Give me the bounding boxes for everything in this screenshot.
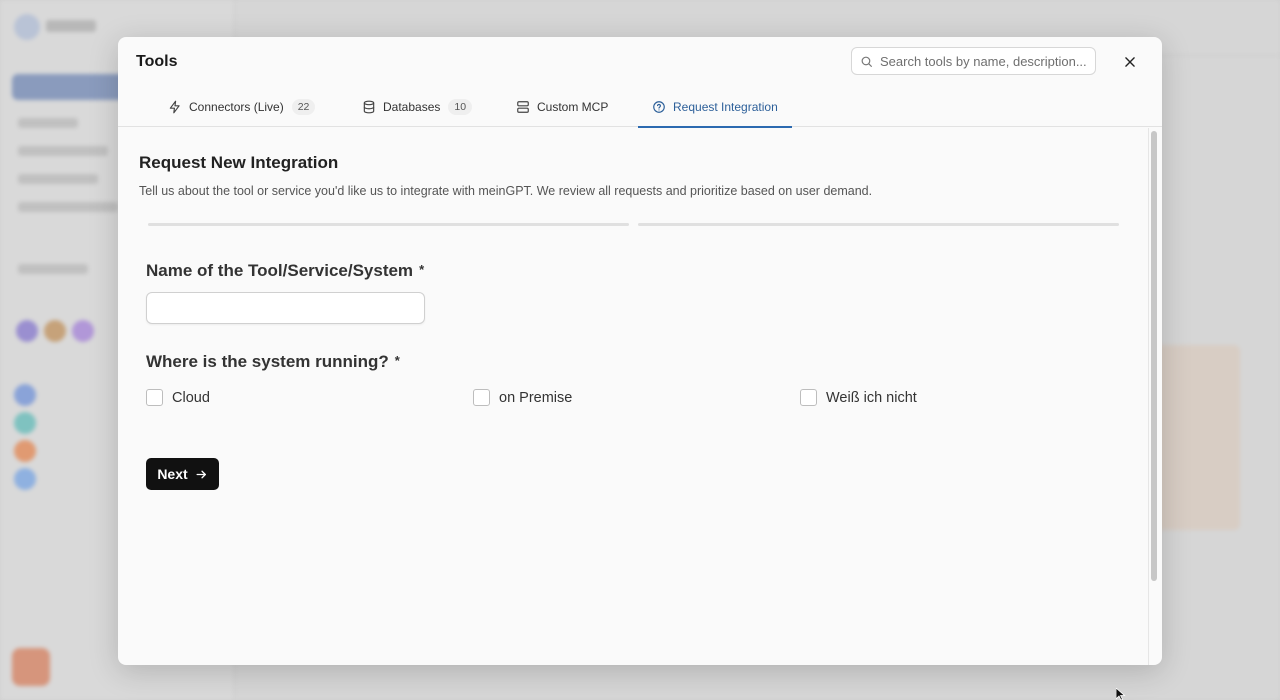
background-agent-dot: [14, 468, 36, 490]
next-button-label: Next: [157, 466, 188, 482]
required-mark: *: [394, 353, 400, 368]
tab-label: Databases: [383, 100, 441, 114]
section-description: Tell us about the tool or service you'd …: [139, 184, 873, 198]
tab-label: Request Integration: [673, 100, 778, 114]
cloud-checkbox[interactable]: [146, 389, 163, 406]
name-field-label-text: Name of the Tool/Service/System: [146, 261, 414, 280]
tab-count-badge: 22: [291, 99, 316, 115]
background-agent-dot: [14, 384, 36, 406]
background-user-avatar: [12, 648, 50, 686]
background-nav-line: [18, 146, 108, 156]
modal-title: Tools: [136, 53, 178, 70]
tool-name-input[interactable]: [146, 292, 425, 324]
database-icon: [363, 100, 375, 114]
tab-label: Custom MCP: [537, 100, 609, 114]
scrollbar[interactable]: [1151, 131, 1157, 581]
on-premise-checkbox[interactable]: [473, 389, 490, 406]
background-nav-line: [18, 202, 118, 212]
location-field-label-text: Where is the system running?: [146, 352, 389, 371]
background-logo-text: [46, 20, 96, 32]
help-circle-icon: [653, 101, 665, 113]
background-agent-dot: [14, 440, 36, 462]
background-avatar-dot: [44, 320, 66, 342]
tab-custom-mcp[interactable]: Custom MCP: [516, 87, 608, 127]
request-integration-panel: Request New Integration Tell us about th…: [118, 128, 1148, 665]
tools-modal: Tools Connectors (Live) 22 Databases 10 …: [118, 37, 1162, 665]
option-on-premise[interactable]: on Premise: [473, 389, 572, 406]
unknown-checkbox[interactable]: [800, 389, 817, 406]
server-icon: [517, 101, 529, 113]
background-avatar-dot: [16, 320, 38, 342]
background-nav-line: [18, 264, 88, 274]
search-input[interactable]: [880, 53, 1090, 69]
section-title: Request New Integration: [139, 153, 339, 172]
option-cloud[interactable]: Cloud: [146, 389, 210, 406]
option-label: on Premise: [499, 389, 573, 406]
search-icon: [861, 56, 872, 67]
tab-connectors[interactable]: Connectors (Live) 22: [168, 87, 316, 127]
location-field-label: Where is the system running? *: [146, 352, 400, 372]
background-logo: [14, 14, 40, 40]
tab-count-badge: 10: [448, 99, 473, 115]
option-label: Cloud: [172, 389, 210, 406]
modal-header: Tools: [118, 37, 1162, 87]
step-progress-bar: [148, 223, 629, 226]
mouse-cursor-icon: [1116, 688, 1126, 700]
option-label: Weiß ich nicht: [826, 389, 917, 406]
tab-label: Connectors (Live): [189, 100, 284, 114]
required-mark: *: [419, 262, 425, 277]
search-box[interactable]: [851, 47, 1096, 75]
close-button[interactable]: [1119, 51, 1141, 73]
background-nav-line: [18, 174, 98, 184]
scroll-track: [1148, 128, 1149, 665]
close-icon: [1125, 57, 1135, 67]
lightning-icon: [169, 100, 180, 114]
tab-databases[interactable]: Databases 10: [362, 87, 473, 127]
step-progress-bar: [638, 223, 1119, 226]
option-unknown[interactable]: Weiß ich nicht: [800, 389, 917, 406]
next-button[interactable]: Next: [146, 458, 219, 490]
tab-request-integration[interactable]: Request Integration: [638, 87, 792, 128]
background-agent-dot: [14, 412, 36, 434]
background-avatar-dot: [72, 320, 94, 342]
tab-bar: Connectors (Live) 22 Databases 10 Custom…: [118, 87, 1162, 128]
arrow-right-icon: [196, 470, 206, 478]
background-nav-line: [18, 118, 78, 128]
name-field-label: Name of the Tool/Service/System *: [146, 261, 424, 281]
